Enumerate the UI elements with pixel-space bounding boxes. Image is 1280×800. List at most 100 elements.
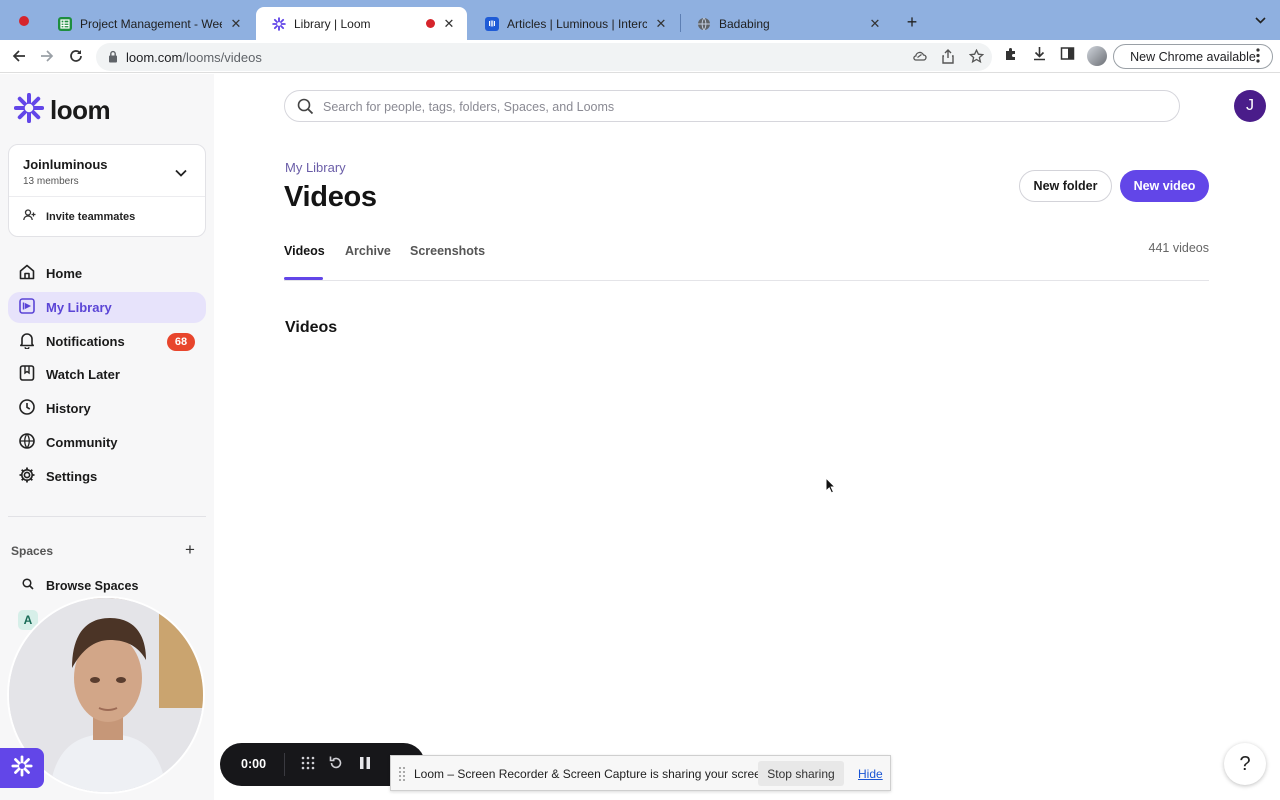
browser-tab-title: Articles | Luminous | Intercom (507, 16, 647, 31)
gear-icon (18, 466, 46, 487)
tab-screenshots[interactable]: Screenshots (410, 244, 485, 258)
close-icon[interactable]: ✕ (653, 16, 669, 32)
add-person-icon (23, 209, 46, 224)
browse-spaces-link[interactable]: Browse Spaces (22, 578, 138, 593)
video-count: 441 videos (1148, 241, 1209, 255)
stop-sharing-button[interactable]: Stop sharing (758, 761, 844, 786)
chevron-down-icon[interactable] (175, 164, 187, 182)
tab-videos[interactable]: Videos (284, 244, 325, 258)
browser-tab-project-management[interactable]: Project Management - Weekly ✕ (42, 7, 254, 40)
divider (284, 280, 1209, 281)
breadcrumb[interactable]: My Library (285, 160, 346, 175)
browse-spaces-label: Browse Spaces (46, 578, 139, 593)
brand-name: loom (50, 95, 111, 125)
workspace-card[interactable]: Joinluminous 13 members Invite teammates (8, 144, 206, 237)
sidebar-item-label: Watch Later (46, 367, 120, 382)
add-space-button[interactable]: + (185, 540, 195, 560)
browser-tab-strip: Project Management - Weekly ✕ Library | … (0, 0, 1280, 40)
drawing-grid-icon[interactable] (300, 755, 316, 776)
tab-search-chevron-icon[interactable] (1255, 13, 1266, 27)
sidebar-item-watch-later[interactable]: Watch Later (8, 359, 206, 390)
loom-logo[interactable]: loom (13, 92, 111, 128)
lock-icon[interactable] (108, 50, 118, 68)
close-icon[interactable]: ✕ (441, 16, 457, 32)
new-video-button[interactable]: New video (1120, 170, 1209, 202)
address-bar[interactable]: loom.com/looms/videos (96, 43, 992, 71)
browser-tab-title: Library | Loom (294, 16, 371, 31)
invite-teammates-button[interactable]: Invite teammates (23, 209, 135, 224)
sidebar-item-home[interactable]: Home (8, 258, 206, 289)
globe-icon (18, 432, 46, 453)
clock-icon (18, 398, 46, 419)
new-folder-button[interactable]: New folder (1019, 170, 1112, 202)
forward-arrow-icon[interactable] (36, 45, 58, 67)
sidebar-item-label: Settings (46, 469, 98, 484)
sidebar-item-label: Home (46, 266, 83, 281)
recording-indicator-icon (19, 16, 29, 26)
sidebar-item-settings[interactable]: Settings (8, 461, 206, 492)
help-button[interactable]: ? (1224, 743, 1266, 785)
new-tab-button[interactable]: + (902, 12, 922, 33)
workspace-members: 13 members (23, 176, 79, 187)
share-icon[interactable] (941, 49, 955, 69)
loom-icon (272, 16, 286, 31)
sidebar-item-community[interactable]: Community (8, 427, 206, 458)
drag-handle-icon[interactable] (399, 767, 405, 781)
divider (9, 196, 205, 197)
loom-extension-button[interactable] (0, 748, 44, 788)
new-chrome-available-button[interactable]: New Chrome available (1113, 44, 1273, 69)
sidebar-item-history[interactable]: History (8, 393, 206, 424)
sidebar-item-label: Community (46, 435, 118, 450)
cloud-off-icon[interactable] (912, 49, 927, 69)
sidebar-item-label: My Library (46, 300, 112, 315)
sidebar-item-notifications[interactable]: Notifications 68 (8, 326, 206, 357)
recording-dot-icon (426, 19, 435, 28)
browser-tab-title: Project Management - Weekly (80, 16, 222, 31)
section-title: Videos (285, 319, 338, 336)
sidebar-item-label: Notifications (46, 334, 125, 349)
spaces-heading: Spaces (11, 544, 54, 558)
browser-tab-title: Badabing (719, 16, 770, 31)
pause-icon[interactable] (357, 755, 373, 776)
reload-icon[interactable] (65, 45, 87, 67)
search-input[interactable] (323, 97, 1143, 117)
hide-link[interactable]: Hide (858, 767, 883, 781)
divider (8, 516, 206, 517)
side-panel-icon[interactable] (1060, 46, 1075, 66)
restart-icon[interactable] (328, 755, 344, 776)
chrome-menu-icon[interactable] (1256, 48, 1260, 68)
bookmark-icon (18, 364, 46, 385)
library-icon (18, 297, 46, 318)
intercom-icon (485, 16, 499, 31)
globe-icon (697, 17, 711, 31)
mouse-cursor-icon (825, 476, 837, 499)
download-icon[interactable] (1032, 46, 1047, 66)
recording-timer: 0:00 (241, 757, 267, 771)
back-arrow-icon[interactable] (8, 45, 30, 67)
notification-count-badge: 68 (167, 333, 195, 351)
user-avatar[interactable]: J (1234, 90, 1266, 122)
close-icon[interactable]: ✕ (228, 16, 244, 32)
loom-icon (13, 92, 45, 128)
divider (284, 753, 285, 776)
browser-toolbar: loom.com/looms/videos New Chrome availab… (0, 40, 1280, 73)
google-sheets-icon (58, 16, 72, 31)
browser-tab-badabing[interactable]: Badabing ✕ (681, 7, 893, 40)
tab-archive[interactable]: Archive (345, 244, 391, 258)
sidebar-item-label: History (46, 401, 91, 416)
sidebar-item-my-library[interactable]: My Library (8, 292, 206, 323)
sharing-message: Loom – Screen Recorder & Screen Capture … (414, 767, 771, 781)
loom-icon (11, 754, 33, 782)
browser-tab-intercom[interactable]: Articles | Luminous | Intercom ✕ (469, 7, 679, 40)
invite-label: Invite teammates (46, 210, 136, 223)
bookmark-star-icon[interactable] (968, 48, 985, 69)
url-text: loom.com/looms/videos (126, 50, 262, 65)
screen-sharing-notice: Loom – Screen Recorder & Screen Capture … (390, 755, 891, 791)
profile-avatar[interactable] (1087, 46, 1107, 66)
extensions-puzzle-icon[interactable] (1004, 46, 1019, 66)
close-icon[interactable]: ✕ (867, 16, 883, 32)
browser-tab-loom-library[interactable]: Library | Loom ✕ (256, 7, 467, 40)
page-title: Videos (284, 181, 377, 213)
search-bar[interactable] (284, 90, 1180, 122)
search-icon (22, 578, 46, 593)
